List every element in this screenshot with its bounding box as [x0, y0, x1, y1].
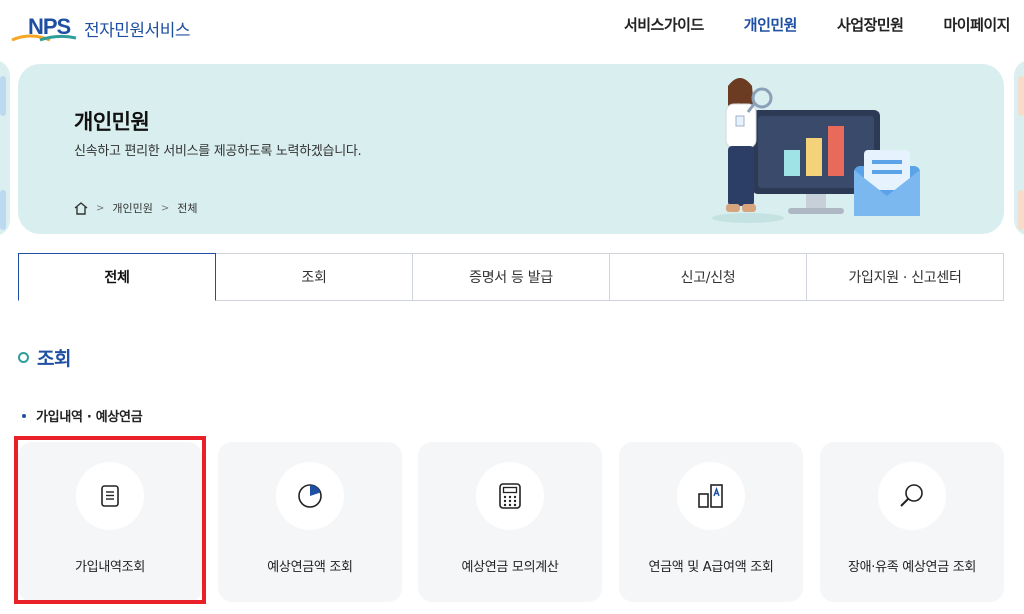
pie-chart-icon	[298, 484, 322, 508]
home-icon[interactable]	[74, 201, 88, 215]
nav-business-civil[interactable]: 사업장민원	[837, 14, 904, 35]
banner-prev-peek-accent	[0, 76, 6, 116]
logo-text: 전자민원서비스	[84, 20, 190, 41]
banner-prev-peek-accent	[0, 190, 6, 230]
card-icon-circle	[878, 462, 946, 530]
breadcrumb-separator: >	[160, 202, 170, 214]
tab-report-apply[interactable]: 신고/신청	[610, 253, 807, 301]
logo-letters: NPS	[28, 14, 71, 39]
page-title: 개인민원	[74, 110, 150, 134]
card-icon-circle	[677, 462, 745, 530]
nps-logo-mark: NPS	[10, 10, 80, 46]
card-disability-survivor-pension[interactable]: 장애·유족 예상연금 조회	[820, 442, 1004, 602]
subsection-heading: 가입내역 · 예상연금	[22, 406, 143, 425]
page-subtitle: 신속하고 편리한 서비스를 제공하도록 노력하겠습니다.	[74, 144, 362, 159]
bar-compare-icon	[698, 484, 723, 508]
card-label: 예상연금 모의계산	[461, 560, 559, 575]
card-expected-pension[interactable]: 예상연금액 조회	[218, 442, 402, 602]
section-title: 조회	[37, 348, 71, 370]
breadcrumb-item[interactable]: 전체	[177, 200, 197, 216]
tab-all[interactable]: 전체	[18, 253, 216, 301]
section-ring-icon	[18, 352, 29, 363]
breadcrumb: > 개인민원 > 전체	[74, 200, 198, 216]
subsection-title: 가입내역 · 예상연금	[36, 410, 143, 425]
nav-personal-civil[interactable]: 개인민원	[744, 14, 798, 35]
bullet-icon	[22, 413, 26, 418]
card-label: 연금액 및 A급여액 조회	[648, 560, 774, 575]
calculator-icon	[499, 483, 521, 509]
section-heading: 조회	[18, 344, 71, 371]
header: NPS 전자민원서비스 서비스가이드 개인민원 사업장민원 마이페이지	[0, 0, 1024, 56]
site-logo[interactable]: NPS 전자민원서비스	[10, 10, 200, 46]
banner-next-peek-accent	[1018, 190, 1024, 230]
nav-service-guide[interactable]: 서비스가이드	[624, 14, 704, 35]
card-icon-circle	[276, 462, 344, 530]
banner-next-peek-accent	[1018, 76, 1024, 116]
tab-inquiry[interactable]: 조회	[216, 253, 413, 301]
tab-certificates[interactable]: 증명서 등 발급	[413, 253, 610, 301]
breadcrumb-separator: >	[96, 202, 105, 214]
card-label: 예상연금액 조회	[267, 560, 353, 575]
category-tabs: 전체 조회 증명서 등 발급 신고/신청 가입지원 · 신고센터	[18, 253, 1004, 301]
card-pension-a-benefit[interactable]: 연금액 및 A급여액 조회	[619, 442, 803, 602]
selection-highlight-box	[14, 436, 206, 604]
breadcrumb-item[interactable]: 개인민원	[112, 200, 152, 216]
magnifier-icon	[900, 484, 923, 507]
banner-illustration	[712, 78, 920, 223]
page-banner: 개인민원 신속하고 편리한 서비스를 제공하도록 노력하겠습니다. > 개인민원…	[18, 64, 1004, 234]
card-icon-circle	[476, 462, 544, 530]
nav-my-page[interactable]: 마이페이지	[943, 14, 1010, 35]
card-label: 장애·유족 예상연금 조회	[847, 560, 977, 575]
card-pension-simulation[interactable]: 예상연금 모의계산	[418, 442, 602, 602]
tab-join-support[interactable]: 가입지원 · 신고센터	[807, 253, 1004, 301]
global-nav: 서비스가이드 개인민원 사업장민원 마이페이지	[624, 14, 1011, 35]
